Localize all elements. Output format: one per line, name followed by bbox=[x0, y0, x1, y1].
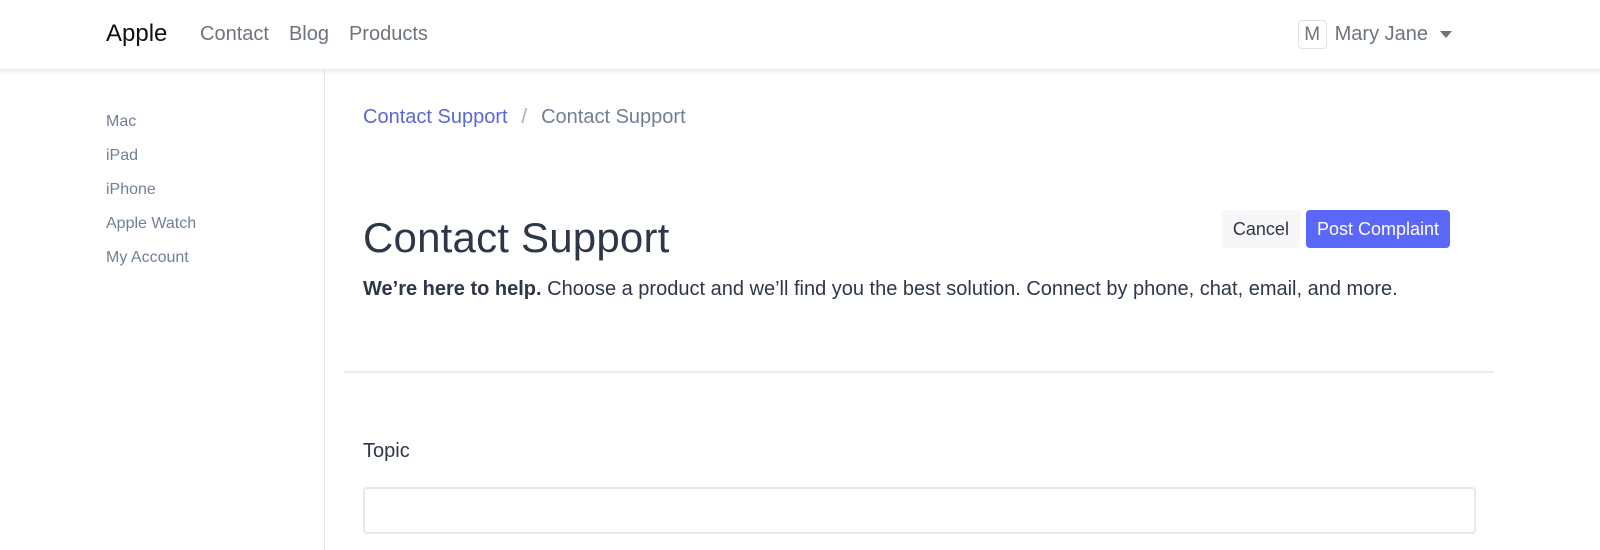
brand-logo[interactable]: Apple bbox=[106, 20, 167, 48]
page-title: Contact Support bbox=[363, 214, 670, 261]
page-lead: We’re here to help. Choose a product and… bbox=[363, 278, 1398, 301]
sidebar-link-mac[interactable]: Mac bbox=[106, 113, 136, 130]
section-divider bbox=[344, 371, 1494, 373]
breadcrumb-separator: / bbox=[521, 106, 528, 128]
caret-down-icon bbox=[1440, 31, 1452, 38]
sidebar-link-ipad[interactable]: iPad bbox=[106, 147, 138, 164]
cancel-button[interactable]: Cancel bbox=[1221, 210, 1300, 248]
topic-input[interactable] bbox=[363, 487, 1476, 534]
breadcrumb-link[interactable]: Contact Support bbox=[363, 106, 508, 129]
nav-link-contact[interactable]: Contact bbox=[200, 23, 269, 46]
sidebar-item-mac: Mac bbox=[106, 110, 196, 144]
lead-emphasis: We’re here to help. bbox=[363, 278, 542, 300]
sidebar-item-apple-watch: Apple Watch bbox=[106, 212, 196, 246]
user-name: Mary Jane bbox=[1334, 23, 1428, 45]
primary-nav: Contact Blog Products bbox=[200, 23, 428, 46]
post-complaint-button[interactable]: Post Complaint bbox=[1305, 210, 1450, 248]
breadcrumb-current: Contact Support bbox=[541, 106, 686, 128]
nav-link-blog[interactable]: Blog bbox=[289, 23, 329, 46]
sidebar-item-iphone: iPhone bbox=[106, 178, 196, 212]
nav-link-products[interactable]: Products bbox=[349, 23, 428, 46]
breadcrumb: Contact Support / Contact Support bbox=[363, 106, 686, 129]
sidebar-item-ipad: iPad bbox=[106, 144, 196, 178]
top-navbar: Apple Contact Blog Products M Mary Jane bbox=[0, 0, 1600, 70]
topic-label: Topic bbox=[363, 440, 410, 462]
page-actions: Cancel Post Complaint bbox=[1221, 210, 1450, 248]
avatar: M bbox=[1297, 20, 1327, 49]
sidebar-item-my-account: My Account bbox=[106, 246, 196, 280]
sidebar-list: Mac iPad iPhone Apple Watch My Account bbox=[106, 110, 196, 280]
sidebar: Mac iPad iPhone Apple Watch My Account bbox=[0, 70, 325, 550]
sidebar-link-iphone[interactable]: iPhone bbox=[106, 181, 156, 198]
lead-text: Choose a product and we’ll find you the … bbox=[541, 278, 1398, 300]
main-content: Contact Support / Contact Support Contac… bbox=[325, 70, 1600, 550]
sidebar-link-apple-watch[interactable]: Apple Watch bbox=[106, 215, 196, 232]
sidebar-link-my-account[interactable]: My Account bbox=[106, 249, 189, 266]
user-menu[interactable]: M Mary Jane bbox=[1297, 20, 1452, 49]
